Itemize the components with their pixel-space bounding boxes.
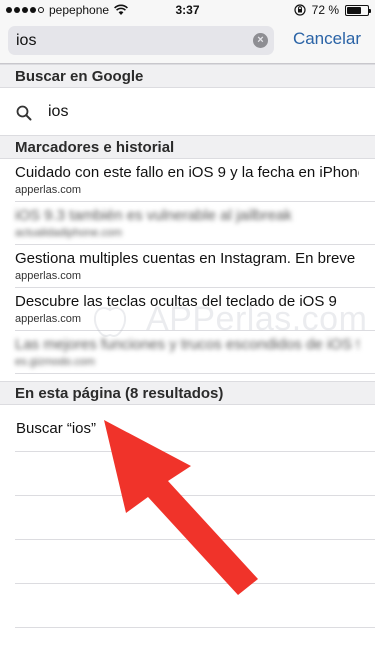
status-right: 72 % <box>294 3 371 17</box>
find-on-page-row[interactable]: Buscar “ios” <box>0 407 375 451</box>
google-suggestion-row[interactable]: ios <box>0 89 375 135</box>
section-header-google: Buscar en Google <box>0 64 375 88</box>
row-divider <box>15 539 375 540</box>
bookmark-row[interactable]: Cuidado con este fallo en iOS 9 y la fec… <box>0 159 375 202</box>
section-title: Marcadores e historial <box>15 139 175 156</box>
bookmark-url: apperlas.com <box>15 270 82 282</box>
clear-icon[interactable]: × <box>253 33 268 48</box>
bookmark-title: Gestiona multiples cuentas en Instagram.… <box>15 250 356 267</box>
battery-icon <box>345 4 371 16</box>
search-input[interactable] <box>16 26 248 55</box>
row-divider <box>15 583 375 584</box>
bookmark-row[interactable]: Gestiona multiples cuentas en Instagram.… <box>0 245 375 288</box>
bookmark-url: apperlas.com <box>15 184 82 196</box>
row-divider <box>15 451 375 452</box>
bookmark-title: iOS 9.3 también es vulnerable al jailbre… <box>15 207 292 224</box>
bookmark-title: Descubre las teclas ocultas del teclado … <box>15 293 337 310</box>
find-on-page-label: Buscar “ios” <box>16 420 97 437</box>
section-header-in-page: En esta página (8 resultados) <box>0 381 375 405</box>
search-icon <box>16 105 32 121</box>
search-bar: × Cancelar <box>0 20 375 64</box>
bookmark-url: es.gizmodo.com <box>15 356 96 368</box>
bookmark-url: actualidadiphone.com <box>15 227 123 239</box>
battery-percent: 72 % <box>311 3 339 17</box>
bookmark-url: apperlas.com <box>15 313 82 325</box>
search-field[interactable]: × <box>8 26 274 55</box>
row-divider <box>15 495 375 496</box>
cancel-button[interactable]: Cancelar <box>293 29 361 49</box>
google-query: ios <box>48 103 69 120</box>
bookmark-title: Las mejores funciones y trucos escondido… <box>15 336 359 353</box>
bookmark-row[interactable]: Las mejores funciones y trucos escondido… <box>0 331 375 374</box>
section-title: Buscar en Google <box>15 68 144 85</box>
status-bar: pepephone 3:37 72 % <box>0 0 375 20</box>
section-title: En esta página (8 resultados) <box>15 385 224 402</box>
bookmark-row[interactable]: Descubre las teclas ocultas del teclado … <box>0 288 375 331</box>
rotation-lock-icon <box>294 4 306 16</box>
bookmark-row[interactable]: iOS 9.3 también es vulnerable al jailbre… <box>0 202 375 245</box>
row-divider <box>15 627 375 628</box>
section-header-bookmarks: Marcadores e historial <box>0 135 375 159</box>
bookmark-title: Cuidado con este fallo en iOS 9 y la fec… <box>15 164 359 181</box>
